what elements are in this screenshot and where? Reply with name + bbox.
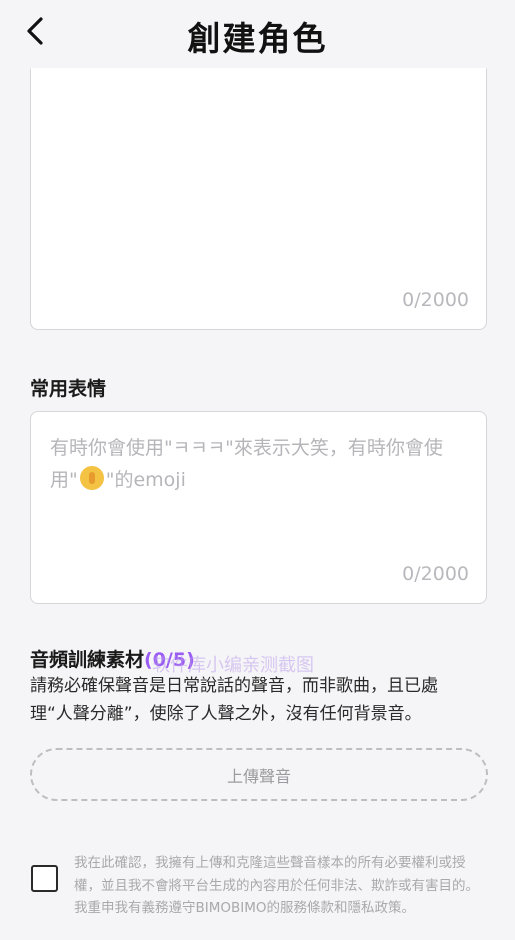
header-bar: 創建角色 [0, 0, 515, 66]
upload-voice-button[interactable]: 上傳聲音 [30, 748, 488, 801]
audio-description: 請務必確保聲音是日常說話的聲音，而非歌曲，且已處理“人聲分離”，使除了人聲之外，… [30, 676, 438, 724]
placeholder-text-end: "的emoji [105, 469, 186, 491]
pleading-face-emoji-icon [79, 466, 104, 490]
audio-label: 音頻訓練素材 [30, 649, 145, 671]
description-char-counter: 0/2000 [402, 289, 469, 311]
consent-checkbox[interactable] [31, 865, 58, 892]
expressions-label: 常用表情 [30, 378, 107, 400]
audio-count: (0/5) [144, 649, 195, 671]
description-textarea[interactable]: 0/2000 [30, 68, 487, 330]
expressions-placeholder: 有時你會使用"ㅋㅋㅋ"來表示大笑，有時你會使用" "的emoji [50, 432, 467, 496]
expressions-textarea[interactable]: 有時你會使用"ㅋㅋㅋ"來表示大笑，有時你會使用" "的emoji 0/2000 [30, 411, 487, 604]
consent-text: 我在此確認，我擁有上傳和克隆這些聲音樣本的所有必要權利或授權，並且我不會將平台生… [74, 855, 479, 916]
page-title: 創建角色 [187, 19, 328, 58]
audio-section-heading: 音頻訓練素材(0/5) [30, 645, 195, 672]
expressions-char-counter: 0/2000 [402, 563, 469, 585]
